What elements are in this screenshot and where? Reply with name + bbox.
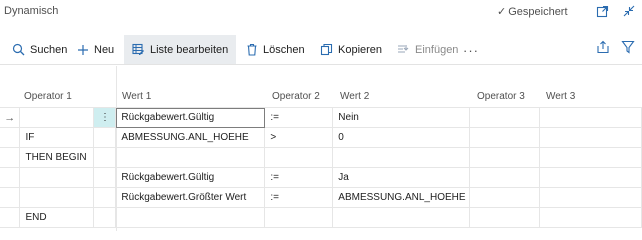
cell-operator1[interactable]	[19, 187, 95, 208]
cell-operator3[interactable]	[469, 147, 541, 168]
cell-wert2[interactable]	[332, 147, 471, 168]
cell-wert1[interactable]: Rückgabewert.Gültig	[115, 107, 266, 128]
table-row[interactable]: Rückgabewert.Gültig := Ja	[0, 167, 642, 188]
title-bar: Dynamisch ✓ Gespeichert	[0, 0, 642, 26]
cell-operator3[interactable]	[469, 167, 541, 188]
cell-operator3[interactable]	[469, 127, 541, 148]
cell-operator3[interactable]	[469, 107, 541, 128]
search-icon	[12, 43, 25, 56]
cell-wert3[interactable]	[539, 147, 642, 168]
trash-icon	[247, 43, 257, 56]
cell-wert3[interactable]	[539, 207, 642, 228]
table-row[interactable]: END	[0, 207, 642, 228]
row-selector[interactable]	[0, 127, 21, 148]
cell-operator1[interactable]: END	[19, 207, 95, 228]
row-menu-cell[interactable]	[93, 207, 117, 228]
cell-wert1[interactable]: ABMESSUNG.ANL_HOEHE	[115, 127, 266, 148]
column-header-operator3[interactable]: Operator 3	[470, 86, 540, 106]
more-actions-icon[interactable]: ···	[463, 43, 479, 58]
cell-wert3[interactable]	[539, 107, 642, 128]
column-header-wert1[interactable]: Wert 1	[115, 86, 265, 106]
cell-wert2[interactable]: Ja	[332, 167, 471, 188]
column-header-wert2[interactable]: Wert 2	[333, 86, 471, 106]
plus-icon	[78, 44, 88, 55]
filter-icon[interactable]	[621, 40, 637, 56]
cell-wert1[interactable]: Rückgabewert.Größter Wert	[115, 187, 266, 208]
cell-operator2[interactable]	[264, 207, 334, 228]
copy-label: Kopieren	[338, 43, 383, 56]
column-header-operator2[interactable]: Operator 2	[265, 86, 333, 106]
paste-label: Einfügen	[415, 43, 459, 56]
cell-operator1[interactable]: IF	[19, 127, 95, 148]
table-row[interactable]: IF ABMESSUNG.ANL_HOEHE > 0	[0, 127, 642, 148]
table-row[interactable]: → ⋮ Rückgabewert.Gültig := Nein	[0, 107, 642, 128]
search-button[interactable]: Suchen	[4, 35, 75, 64]
row-menu-cell[interactable]	[93, 187, 117, 208]
action-bar: Suchen Neu Liste bearbeiten Löschen Kopi…	[0, 35, 642, 65]
page-title: Dynamisch	[4, 5, 59, 17]
row-menu-cell[interactable]	[93, 167, 117, 188]
search-label: Suchen	[30, 43, 68, 56]
cell-operator2[interactable]: >	[264, 127, 334, 148]
row-menu-cell[interactable]	[93, 147, 117, 168]
cell-wert2[interactable]: ABMESSUNG.ANL_HOEHE	[332, 187, 471, 208]
cell-wert1[interactable]	[115, 207, 266, 228]
new-button[interactable]: Neu	[69, 35, 122, 64]
cell-operator2[interactable]: :=	[264, 187, 334, 208]
paste-icon	[398, 45, 409, 53]
new-label: Neu	[94, 43, 115, 56]
cell-wert2[interactable]: Nein	[332, 107, 471, 128]
open-new-window-icon[interactable]	[596, 4, 612, 20]
cell-operator3[interactable]	[469, 187, 541, 208]
check-icon: ✓	[497, 6, 507, 18]
copy-button[interactable]: Kopieren	[312, 35, 390, 64]
row-selector[interactable]	[0, 207, 21, 228]
table-row[interactable]: Rückgabewert.Größter Wert := ABMESSUNG.A…	[0, 187, 642, 208]
saved-label: Gespeichert	[508, 6, 568, 18]
edit-list-icon	[132, 43, 144, 55]
cell-wert1[interactable]: Rückgabewert.Gültig	[115, 167, 266, 188]
cell-operator1[interactable]	[19, 167, 95, 188]
cell-operator1[interactable]: THEN BEGIN	[19, 147, 95, 168]
cell-wert3[interactable]	[539, 127, 642, 148]
cell-wert2[interactable]	[332, 207, 471, 228]
cell-operator2[interactable]: :=	[264, 167, 334, 188]
table-row[interactable]: THEN BEGIN	[0, 147, 642, 168]
collapse-icon[interactable]	[622, 4, 638, 20]
current-row-arrow-icon: →	[0, 107, 21, 128]
saved-status: ✓ Gespeichert	[497, 5, 568, 18]
cell-wert2[interactable]: 0	[332, 127, 471, 148]
cell-operator3[interactable]	[469, 207, 541, 228]
row-selector[interactable]	[0, 147, 21, 168]
row-selector[interactable]	[0, 167, 21, 188]
edit-list-label: Liste bearbeiten	[150, 43, 229, 56]
column-header-operator1[interactable]: Operator 1	[17, 86, 117, 106]
data-grid: → ⋮ Rückgabewert.Gültig := Nein IF ABMES…	[0, 107, 642, 228]
cell-operator2[interactable]	[264, 147, 334, 168]
cell-operator1[interactable]	[19, 107, 95, 128]
delete-button[interactable]: Löschen	[238, 35, 313, 64]
share-icon[interactable]	[596, 40, 612, 56]
cell-wert3[interactable]	[539, 187, 642, 208]
cell-wert1[interactable]	[115, 147, 266, 168]
copy-icon	[320, 43, 333, 56]
edit-list-button[interactable]: Liste bearbeiten	[124, 35, 237, 64]
row-menu-icon[interactable]: ⋮	[93, 107, 117, 128]
delete-label: Löschen	[263, 43, 305, 56]
cell-operator2[interactable]: :=	[264, 107, 334, 128]
row-menu-cell[interactable]	[93, 127, 117, 148]
row-selector[interactable]	[0, 187, 21, 208]
column-header-wert3[interactable]: Wert 3	[539, 86, 639, 106]
paste-button[interactable]: Einfügen	[389, 35, 466, 64]
cell-wert3[interactable]	[539, 167, 642, 188]
